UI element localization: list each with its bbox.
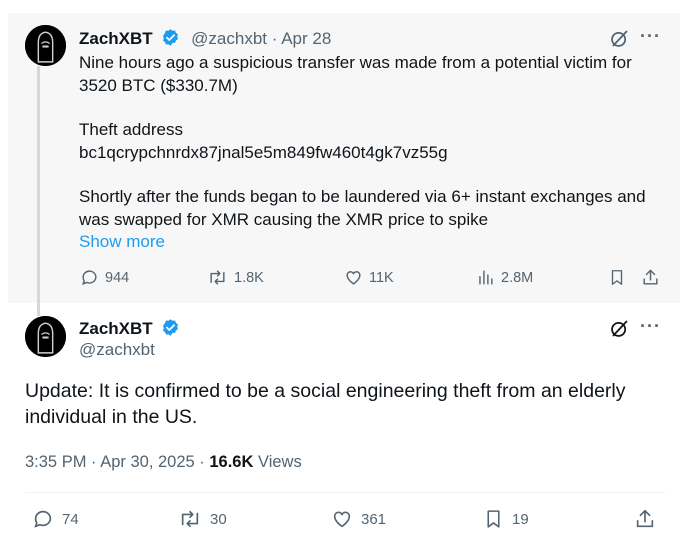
views-button[interactable]: 2.8M	[476, 268, 533, 287]
reply-count: 944	[105, 269, 130, 286]
share-button[interactable]	[641, 268, 660, 287]
repost-count: 30	[210, 510, 227, 528]
avatar-image	[25, 316, 66, 357]
tweet-line: 3520 BTC ($330.7M)	[79, 75, 238, 95]
reply-button[interactable]: 944	[80, 268, 129, 287]
thread-connector	[37, 66, 40, 316]
tweet-text: Update: It is confirmed to be a social e…	[25, 380, 626, 428]
show-more-link[interactable]: Show more	[79, 231, 669, 254]
avatar[interactable]	[25, 25, 66, 66]
post-date[interactable]: Apr 28	[281, 29, 331, 48]
more-icon[interactable]: ···	[640, 316, 661, 337]
like-icon	[333, 511, 351, 528]
display-name[interactable]: ZachXBT	[79, 29, 153, 48]
repost-button[interactable]: 30	[178, 508, 227, 530]
bookmark-icon	[611, 270, 623, 285]
tweet-header: ZachXBT @zachxbt · Apr 28	[79, 28, 331, 49]
more-icon[interactable]: ···	[640, 26, 661, 47]
views-icon	[479, 270, 493, 285]
tweet-line: Nine hours ago a suspicious transfer was…	[79, 53, 632, 72]
bookmark-count: 19	[512, 510, 529, 528]
grok-icon[interactable]	[609, 318, 630, 339]
reply-icon	[34, 510, 52, 528]
avatar-image	[25, 25, 66, 66]
timestamp[interactable]: 3:35 PM · Apr 30, 2025 ·	[25, 453, 205, 471]
verified-icon	[163, 319, 179, 336]
verified-icon	[163, 29, 179, 46]
tweet-line: was swapped for XMR causing the XMR pric…	[79, 209, 489, 229]
grok-icon[interactable]	[609, 28, 630, 49]
reply-count: 74	[62, 510, 79, 528]
like-count: 11K	[369, 269, 394, 286]
share-button[interactable]	[634, 508, 656, 530]
reply-icon	[82, 270, 97, 286]
bookmark-icon	[487, 510, 500, 528]
separator: ·	[271, 29, 278, 48]
views-count: 16.6K	[209, 453, 254, 471]
tweet-line: bc1qcrypchnrdx87jnal5e5m849fw460t4gk7vz5…	[79, 142, 448, 162]
views-label: Views	[258, 453, 302, 471]
avatar[interactable]	[25, 316, 66, 357]
bookmark-button[interactable]	[608, 268, 626, 287]
divider	[25, 492, 665, 493]
reply-button[interactable]: 74	[32, 508, 79, 530]
handle[interactable]: @zachxbt	[191, 29, 267, 48]
share-icon	[643, 269, 658, 285]
repost-button[interactable]: 1.8K	[207, 268, 264, 287]
handle[interactable]: @zachxbt	[79, 340, 155, 360]
repost-icon	[181, 510, 199, 528]
display-name[interactable]: ZachXBT	[79, 319, 153, 338]
views-count: 2.8M	[501, 269, 534, 286]
bookmark-button[interactable]: 19	[483, 508, 529, 530]
like-button[interactable]: 11K	[344, 268, 394, 287]
like-count: 361	[361, 510, 387, 528]
tweet-header: ZachXBT	[79, 318, 180, 339]
repost-icon	[210, 270, 225, 285]
like-button[interactable]: 361	[331, 508, 386, 530]
tweet-line: Theft address	[79, 120, 183, 139]
repost-count: 1.8K	[234, 269, 264, 286]
share-icon	[636, 509, 654, 528]
tweet-line: Shortly after the funds began to be laun…	[79, 187, 646, 206]
like-icon	[346, 271, 361, 285]
tweet-text: Nine hours ago a suspicious transfer was…	[79, 52, 669, 254]
tweet-meta: 3:35 PM · Apr 30, 2025 · 16.6K Views	[25, 453, 302, 472]
